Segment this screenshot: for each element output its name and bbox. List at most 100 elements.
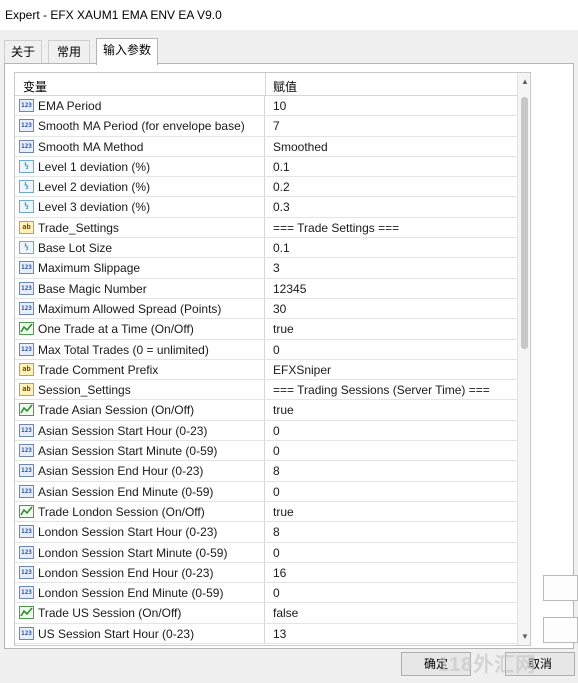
- value-cell[interactable]: 10: [273, 99, 286, 113]
- table-row[interactable]: 123 Smooth MA Period (for envelope base) 7: [15, 116, 517, 137]
- table-row[interactable]: Trade London Session (On/Off) true: [15, 501, 517, 523]
- table-row[interactable]: 123 London Session Start Hour (0-23) 8: [15, 522, 517, 543]
- variable-name: Session_Settings: [38, 383, 131, 398]
- table-row[interactable]: 123 Maximum Slippage 3: [15, 258, 517, 279]
- column-header-variable[interactable]: 变量: [23, 78, 47, 95]
- table-row[interactable]: 123 Asian Session End Minute (0-59) 0: [15, 481, 517, 502]
- value-cell[interactable]: 3: [273, 261, 280, 275]
- watermark-text: 118外汇网: [438, 654, 537, 676]
- value-cell[interactable]: === Trade Settings ===: [273, 221, 399, 235]
- table-row[interactable]: ab Session_Settings === Trading Sessions (…: [15, 380, 517, 401]
- value-cell[interactable]: === Trading Sessions (Server Time) ===: [273, 383, 490, 397]
- table-row[interactable]: 123 Asian Session Start Hour (0-23) 0: [15, 420, 517, 442]
- tab-inputs[interactable]: 输入参数: [96, 38, 158, 65]
- value-cell[interactable]: 0: [273, 546, 280, 560]
- value-cell[interactable]: true: [273, 505, 294, 519]
- string-type-icon: ab: [19, 362, 34, 376]
- value-cell[interactable]: 0: [273, 586, 280, 600]
- tab-bar: 关于 常用 输入参数: [0, 38, 578, 65]
- value-cell[interactable]: 12345: [273, 282, 306, 296]
- table-row[interactable]: ½ Level 1 deviation (%) 0.1: [15, 156, 517, 178]
- table-row[interactable]: 123 EMA Period 10: [15, 96, 517, 117]
- value-cell[interactable]: false: [273, 606, 298, 620]
- table-row[interactable]: ½ Level 2 deviation (%) 0.2: [15, 177, 517, 198]
- tab-common[interactable]: 常用: [48, 40, 90, 64]
- variable-name: Smooth MA Method: [38, 139, 144, 154]
- table-row[interactable]: 123 London Session Start Minute (0-59) 0: [15, 542, 517, 563]
- variable-cell: 123 Smooth MA Method: [15, 136, 265, 156]
- value-cell[interactable]: 0: [273, 424, 280, 438]
- value-cell[interactable]: 0: [273, 485, 280, 499]
- table-row[interactable]: 123 US Session Start Hour (0-23) 13: [15, 623, 517, 645]
- vertical-scrollbar[interactable]: ▲ ▼: [517, 73, 530, 645]
- variable-cell: One Trade at a Time (On/Off): [15, 319, 265, 339]
- table-row[interactable]: Trade Asian Session (On/Off) true: [15, 400, 517, 421]
- variable-name: Trade London Session (On/Off): [38, 504, 205, 519]
- table-row[interactable]: ab Trade Comment Prefix EFXSniper: [15, 359, 517, 381]
- value-cell[interactable]: true: [273, 322, 294, 336]
- variable-cell: 123 London Session End Minute (0-59): [15, 583, 265, 603]
- variable-name: London Session Start Minute (0-59): [38, 545, 228, 560]
- variable-name: Trade Comment Prefix: [38, 362, 159, 377]
- variable-cell: 123 London Session End Hour (0-23): [15, 562, 265, 583]
- side-button-lower[interactable]: [543, 617, 578, 643]
- value-cell[interactable]: 0: [273, 343, 280, 357]
- variable-name: EMA Period: [38, 99, 102, 113]
- variable-name: Asian Session Start Minute (0-59): [38, 444, 218, 459]
- table-row[interactable]: 123 London Session End Hour (0-23) 16: [15, 562, 517, 584]
- variable-cell: ½ Base Lot Size: [15, 238, 265, 258]
- value-cell[interactable]: 0.2: [273, 180, 290, 194]
- table-row[interactable]: ½ Level 3 deviation (%) 0.3: [15, 197, 517, 218]
- value-cell[interactable]: EFXSniper: [273, 363, 331, 377]
- scrollbar-thumb[interactable]: [521, 97, 528, 349]
- variable-name: Max Total Trades (0 = unlimited): [38, 342, 209, 357]
- table-row[interactable]: One Trade at a Time (On/Off) true: [15, 319, 517, 340]
- double-type-icon: ½: [19, 159, 34, 173]
- table-row[interactable]: ab Trade_Settings === Trade Settings ===: [15, 217, 517, 239]
- variable-cell: 123 Maximum Slippage: [15, 258, 265, 278]
- scroll-down-icon[interactable]: ▼: [521, 632, 529, 641]
- column-header-value[interactable]: 赋值: [273, 78, 297, 95]
- value-cell[interactable]: true: [273, 403, 294, 417]
- table-row[interactable]: 123 Asian Session End Hour (0-23) 8: [15, 461, 517, 482]
- value-cell[interactable]: 0: [273, 444, 280, 458]
- value-cell[interactable]: 7: [273, 119, 280, 133]
- variable-name: Maximum Allowed Spread (Points): [38, 301, 222, 316]
- value-cell[interactable]: 13: [273, 627, 286, 641]
- int-type-icon: 123: [19, 281, 34, 295]
- table-row[interactable]: 123 Base Magic Number 12345: [15, 278, 517, 299]
- table-row[interactable]: ½ Base Lot Size 0.1: [15, 238, 517, 259]
- int-type-icon: 123: [19, 423, 34, 437]
- variable-cell: 123 Max Total Trades (0 = unlimited): [15, 339, 265, 359]
- tab-about[interactable]: 关于: [4, 40, 42, 64]
- table-row[interactable]: Trade US Session (On/Off) false: [15, 603, 517, 624]
- value-cell[interactable]: 0.3: [273, 200, 290, 214]
- int-type-icon: 123: [19, 545, 34, 559]
- table-row[interactable]: 123 London Session End Minute (0-59) 0: [15, 583, 517, 604]
- int-type-icon: 123: [19, 565, 34, 579]
- table-row[interactable]: 123 Maximum Allowed Spread (Points) 30: [15, 298, 517, 320]
- value-cell[interactable]: Smoothed: [273, 140, 328, 154]
- side-button-upper[interactable]: [543, 575, 578, 601]
- table-row[interactable]: 123 Smooth MA Method Smoothed: [15, 136, 517, 157]
- value-cell[interactable]: 30: [273, 302, 286, 316]
- scroll-up-icon[interactable]: ▲: [521, 77, 529, 86]
- variable-cell: ab Session_Settings: [15, 380, 265, 400]
- column-divider[interactable]: [265, 73, 266, 96]
- value-cell[interactable]: 0.1: [273, 241, 290, 255]
- variable-cell: Trade Asian Session (On/Off): [15, 400, 265, 420]
- table-row[interactable]: 123 Asian Session Start Minute (0-59) 0: [15, 441, 517, 462]
- value-cell[interactable]: 16: [273, 566, 286, 580]
- variable-name: Base Magic Number: [38, 281, 147, 296]
- string-type-icon: ab: [19, 220, 34, 234]
- variable-cell: ½ Level 1 deviation (%): [15, 156, 265, 177]
- variable-name: London Session Start Hour (0-23): [38, 525, 218, 540]
- title-bar: Expert - EFX XAUM1 EMA ENV EA V9.0: [0, 0, 578, 30]
- value-cell[interactable]: 0.1: [273, 160, 290, 174]
- value-cell[interactable]: 8: [273, 464, 280, 478]
- double-type-icon: ½: [19, 241, 34, 255]
- table-row[interactable]: 123 Max Total Trades (0 = unlimited) 0: [15, 339, 517, 360]
- variable-cell: 123 Maximum Allowed Spread (Points): [15, 298, 265, 319]
- value-cell[interactable]: 8: [273, 525, 280, 539]
- variable-cell: 123 EMA Period: [15, 96, 265, 116]
